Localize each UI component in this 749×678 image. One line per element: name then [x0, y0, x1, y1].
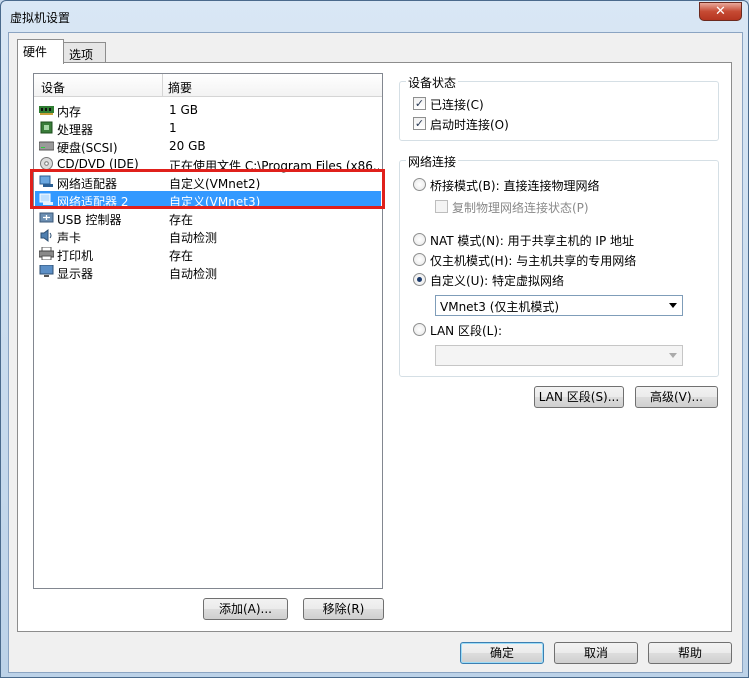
device-name: 网络适配器 — [57, 177, 118, 191]
device-row-usb-controller[interactable]: USB 控制器 存在 — [35, 209, 381, 227]
nat-label[interactable]: NAT 模式(N): 用于共享主机的 IP 地址 — [430, 232, 634, 249]
lan-segment-label[interactable]: LAN 区段(L): — [430, 322, 502, 339]
ok-button[interactable]: 确定 — [460, 642, 544, 664]
network-adapter-icon — [39, 175, 53, 187]
device-row-sound-card[interactable]: 声卡 自动检测 — [35, 227, 381, 245]
column-summary[interactable]: 摘要 — [168, 79, 192, 96]
device-summary: 自定义(VMnet3) — [169, 195, 261, 209]
device-row-network-adapter[interactable]: 网络适配器 自定义(VMnet2) — [35, 173, 381, 191]
dialog-body: 硬件 选项 设备 摘要 内存 1 GB 处理器 1 硬盘(SCSI) 20 GB… — [8, 32, 743, 673]
device-summary: 自动检测 — [169, 231, 218, 245]
device-summary: 自定义(VMnet2) — [169, 177, 261, 191]
help-button[interactable]: 帮助 — [648, 642, 732, 664]
device-row-harddisk[interactable]: 硬盘(SCSI) 20 GB — [35, 137, 381, 155]
device-summary: 1 — [169, 121, 177, 135]
chevron-down-icon — [669, 303, 677, 308]
tab-options-label: 选项 — [69, 48, 94, 62]
tab-options[interactable]: 选项 — [63, 42, 106, 62]
remove-device-button[interactable]: 移除(R) — [303, 598, 384, 620]
close-button[interactable]: ✕ — [699, 2, 742, 21]
add-device-button[interactable]: 添加(A)... — [203, 598, 288, 620]
device-name: 处理器 — [57, 123, 94, 137]
display-icon — [39, 265, 54, 277]
device-row-memory[interactable]: 内存 1 GB — [35, 101, 381, 119]
chevron-down-icon — [669, 353, 677, 358]
device-status-title: 设备状态 — [406, 74, 459, 91]
bridged-label[interactable]: 桥接模式(B): 直接连接物理网络 — [430, 177, 599, 194]
lan-segments-button[interactable]: LAN 区段(S)... — [534, 386, 624, 408]
custom-network-select[interactable]: VMnet3 (仅主机模式) — [435, 295, 683, 316]
connect-at-power-on-checkbox[interactable]: ✓ — [413, 117, 426, 130]
connected-label[interactable]: 已连接(C) — [430, 96, 484, 113]
window-title: 虚拟机设置 — [10, 11, 71, 25]
custom-label[interactable]: 自定义(U): 特定虚拟网络 — [430, 272, 564, 289]
bridged-radio[interactable] — [413, 178, 426, 191]
device-list-header: 设备 摘要 — [34, 74, 382, 97]
connect-at-power-on-label[interactable]: 启动时连接(O) — [430, 116, 509, 133]
device-row-cd-dvd[interactable]: CD/DVD (IDE) 正在使用文件 C:\Program Files (x8… — [35, 155, 381, 173]
lan-segment-radio[interactable] — [413, 323, 426, 336]
tab-hardware[interactable]: 硬件 — [17, 39, 64, 64]
custom-network-value: VMnet3 (仅主机模式) — [440, 300, 560, 314]
column-divider[interactable] — [162, 74, 163, 96]
replicate-state-checkbox[interactable] — [435, 200, 448, 213]
processor-icon — [40, 121, 53, 134]
lan-segment-select[interactable] — [435, 345, 683, 366]
network-connection-group: 网络连接 桥接模式(B): 直接连接物理网络 复制物理网络连接状态(P) NAT… — [399, 153, 719, 377]
device-row-processor[interactable]: 处理器 1 — [35, 119, 381, 137]
device-name: 网络适配器 2 — [57, 195, 129, 209]
device-row-printer[interactable]: 打印机 存在 — [35, 245, 381, 263]
nat-radio[interactable] — [413, 233, 426, 246]
settings-dialog: 虚拟机设置 ✕ 硬件 选项 设备 摘要 内存 1 GB 处理器 1 硬盘(SCS… — [0, 0, 749, 678]
cd-dvd-icon — [40, 157, 53, 170]
network-adapter-icon — [39, 193, 53, 205]
harddisk-icon — [39, 141, 54, 151]
device-summary: 自动检测 — [169, 267, 218, 281]
tab-hardware-label: 硬件 — [23, 45, 48, 59]
device-name: 内存 — [57, 105, 82, 119]
memory-icon — [39, 106, 54, 115]
device-list[interactable]: 设备 摘要 内存 1 GB 处理器 1 硬盘(SCSI) 20 GB CD/DV… — [33, 73, 383, 589]
host-only-label[interactable]: 仅主机模式(H): 与主机共享的专用网络 — [430, 252, 636, 269]
device-row-display[interactable]: 显示器 自动检测 — [35, 263, 381, 281]
device-row-network-adapter-2[interactable]: 网络适配器 2 自定义(VMnet3) — [35, 191, 381, 209]
usb-icon — [39, 212, 54, 223]
device-summary: 存在 — [169, 213, 194, 227]
column-device[interactable]: 设备 — [41, 79, 65, 96]
device-name: 硬盘(SCSI) — [57, 141, 118, 155]
device-name: 打印机 — [57, 249, 94, 263]
replicate-state-label[interactable]: 复制物理网络连接状态(P) — [452, 199, 589, 216]
sound-icon — [40, 229, 52, 242]
device-summary: 1 GB — [169, 103, 198, 117]
device-status-group: 设备状态 ✓ 已连接(C) ✓ 启动时连接(O) — [399, 74, 719, 141]
printer-icon — [39, 247, 54, 260]
device-summary: 20 GB — [169, 139, 206, 153]
device-name: USB 控制器 — [57, 213, 122, 227]
cancel-button[interactable]: 取消 — [554, 642, 638, 664]
host-only-radio[interactable] — [413, 253, 426, 266]
title-bar[interactable]: 虚拟机设置 ✕ — [1, 1, 748, 31]
close-icon: ✕ — [715, 4, 726, 19]
device-name: CD/DVD (IDE) — [57, 157, 139, 171]
device-name: 声卡 — [57, 231, 82, 245]
network-connection-title: 网络连接 — [406, 153, 459, 170]
device-summary: 存在 — [169, 249, 194, 263]
device-name: 显示器 — [57, 267, 94, 281]
device-summary: 正在使用文件 C:\Program Files (x86... — [169, 159, 379, 173]
advanced-button[interactable]: 高级(V)... — [635, 386, 718, 408]
connected-checkbox[interactable]: ✓ — [413, 97, 426, 110]
custom-radio[interactable] — [413, 273, 426, 286]
